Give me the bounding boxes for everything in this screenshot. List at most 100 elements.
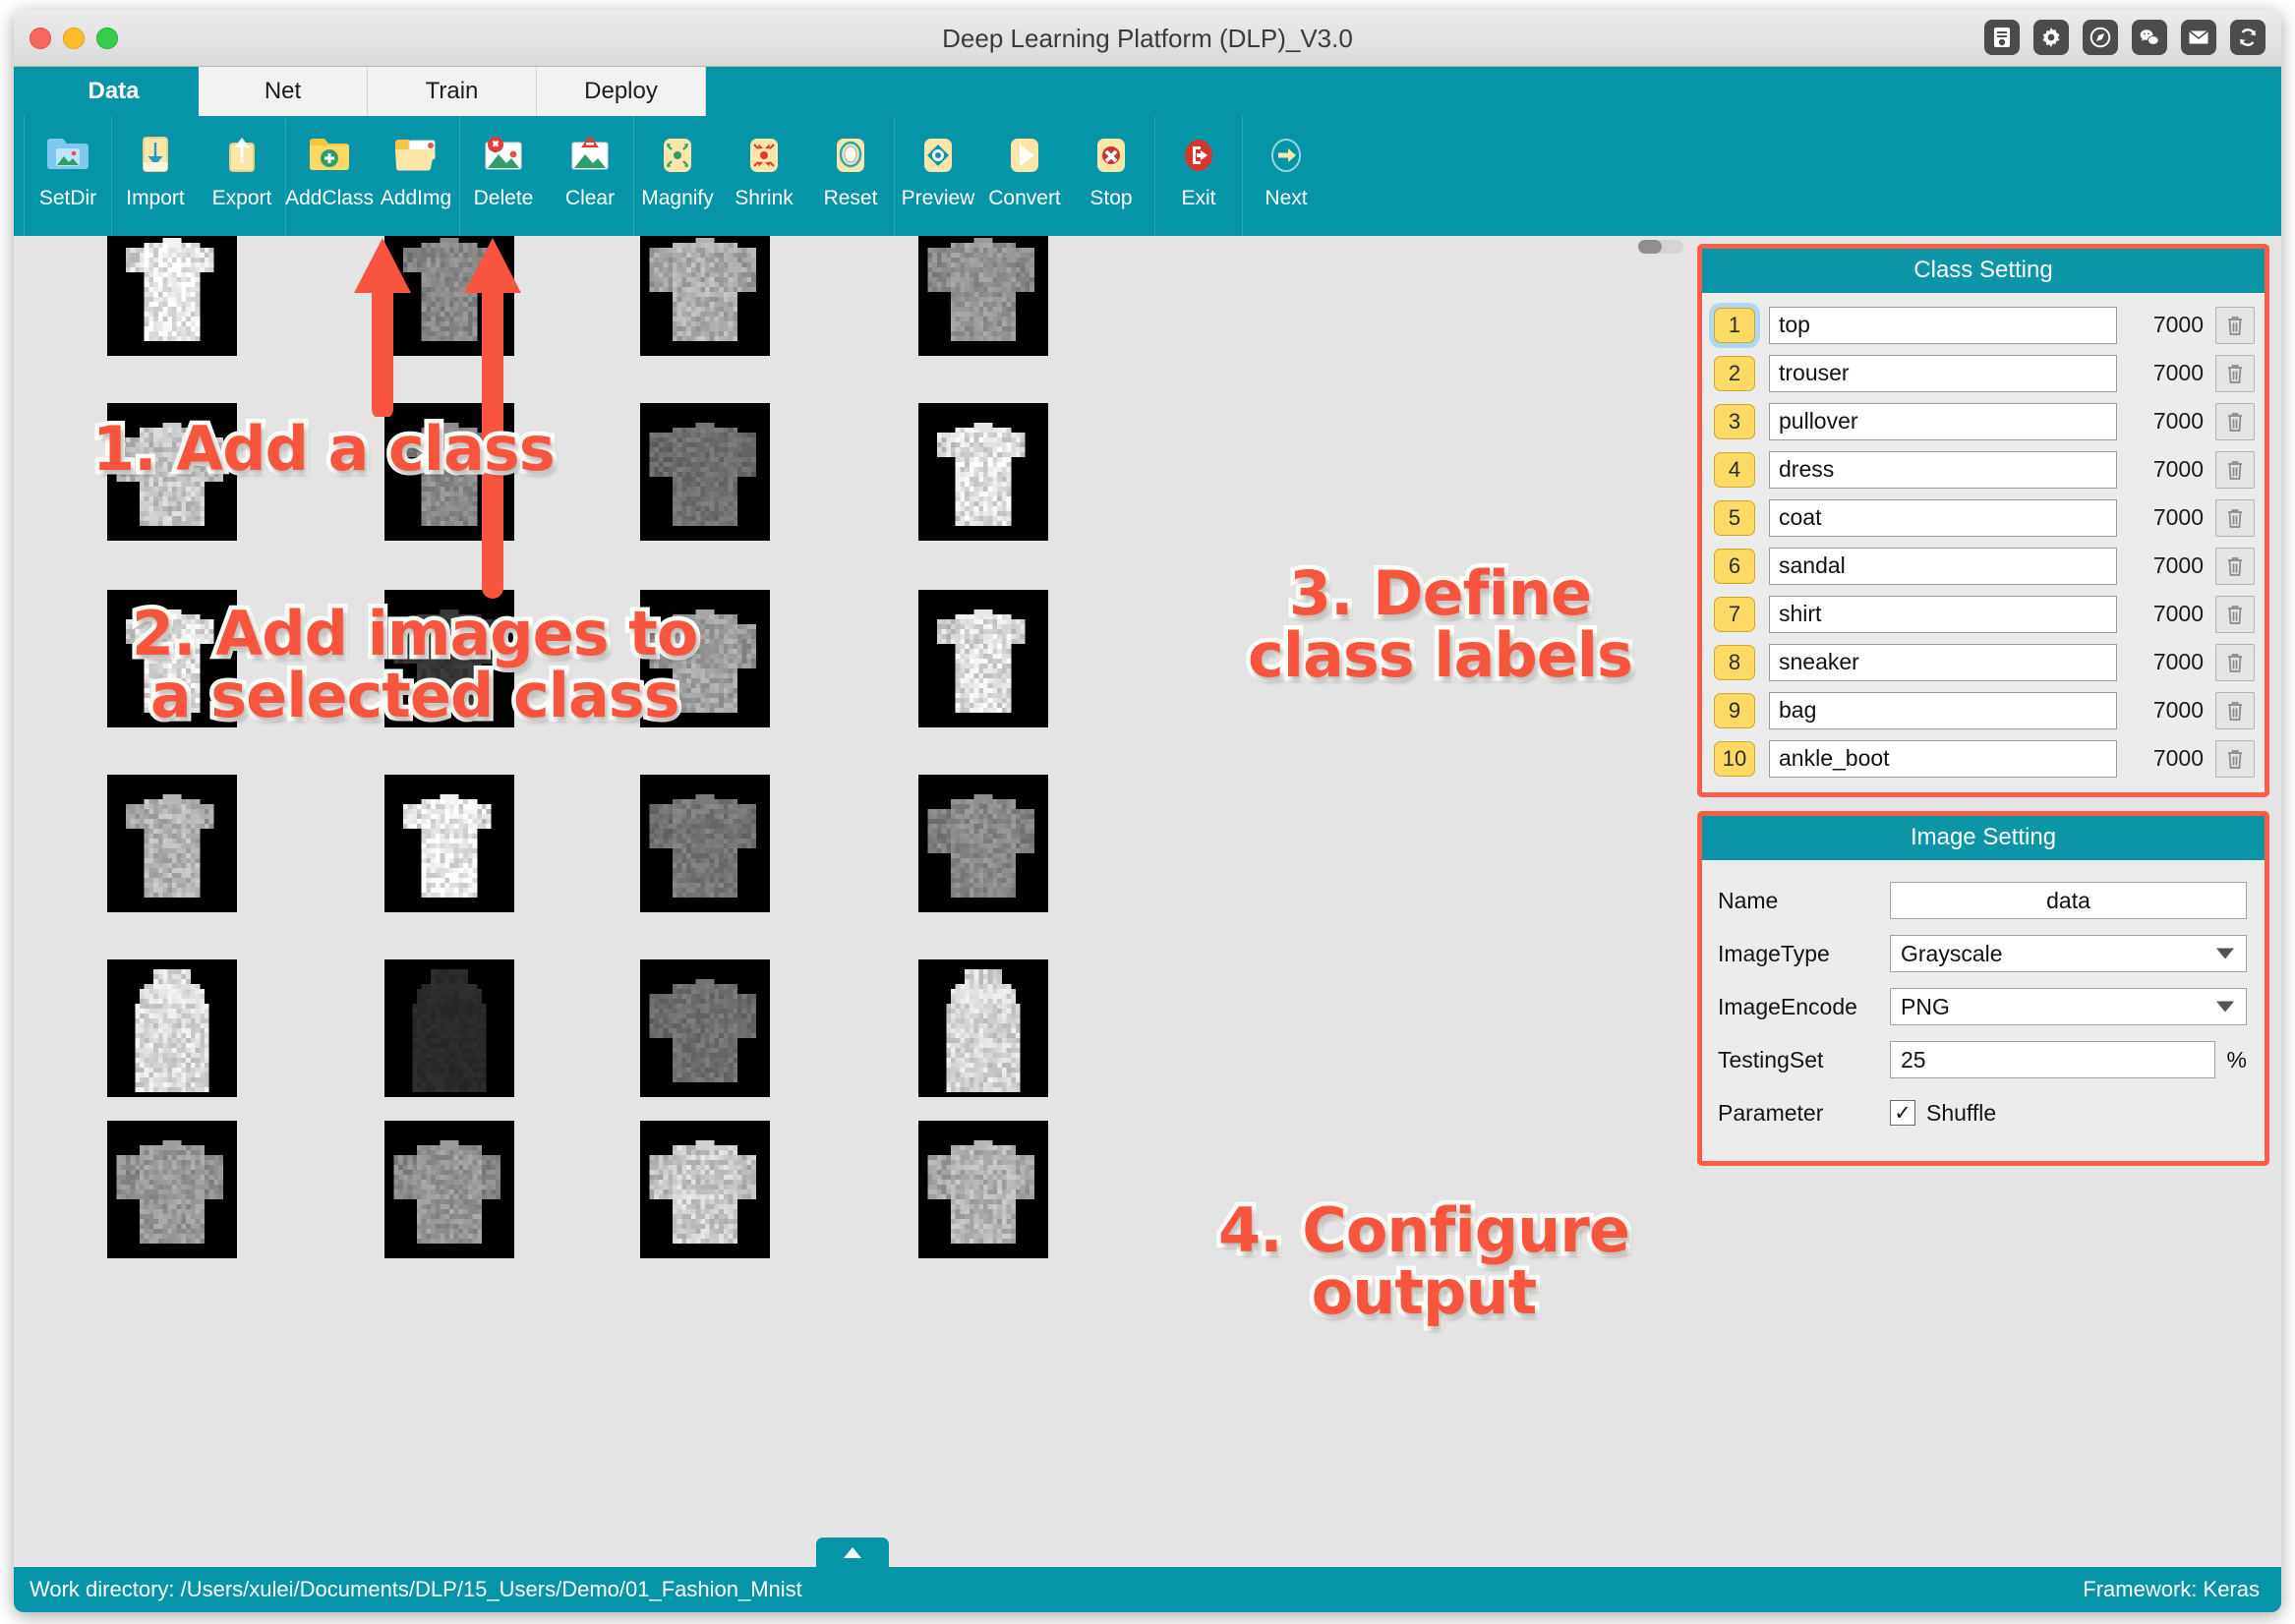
image-thumbnail[interactable]: [918, 236, 1048, 356]
class-index-badge[interactable]: 6: [1714, 549, 1755, 584]
setdir-button[interactable]: SetDir: [25, 116, 111, 236]
image-thumbnail[interactable]: [107, 775, 237, 912]
tab-deploy[interactable]: Deploy: [537, 67, 706, 116]
gear-icon[interactable]: [2033, 20, 2069, 55]
tab-net[interactable]: Net: [199, 67, 368, 116]
class-name-input[interactable]: [1769, 403, 2117, 440]
class-index-badge[interactable]: 7: [1714, 597, 1755, 632]
shuffle-label: Shuffle: [1926, 1100, 1996, 1127]
image-thumbnail[interactable]: [107, 590, 237, 727]
stop-x-icon: [1086, 128, 1137, 183]
scrollbar-track[interactable]: [1638, 240, 1683, 254]
class-count: 7000: [2127, 601, 2204, 627]
class-name-input[interactable]: [1769, 355, 2117, 392]
class-name-input[interactable]: [1769, 692, 2117, 729]
image-thumbnail[interactable]: [918, 775, 1048, 912]
next-button[interactable]: Next: [1243, 116, 1329, 236]
trash-icon[interactable]: [2215, 499, 2255, 537]
image-thumbnail[interactable]: [918, 403, 1048, 541]
trash-icon[interactable]: [2215, 692, 2255, 729]
image-thumbnail[interactable]: [384, 590, 514, 727]
stop-button[interactable]: Stop: [1068, 116, 1154, 236]
testing-set-input[interactable]: 25: [1890, 1041, 2215, 1078]
class-index-badge[interactable]: 4: [1714, 452, 1755, 488]
refresh-icon[interactable]: [2230, 20, 2266, 55]
class-name-input[interactable]: [1769, 307, 2117, 344]
image-type-value: Grayscale: [1901, 941, 2003, 967]
addclass-button[interactable]: AddClass: [286, 116, 373, 236]
reset-button[interactable]: Reset: [807, 116, 894, 236]
image-thumbnail[interactable]: [640, 236, 770, 356]
collapse-panel-button[interactable]: [816, 1537, 889, 1567]
image-thumbnail[interactable]: [384, 1121, 514, 1258]
trash-icon[interactable]: [2215, 355, 2255, 392]
class-row: 27000: [1714, 349, 2255, 397]
image-thumbnail[interactable]: [918, 590, 1048, 727]
image-thumbnail[interactable]: [384, 403, 514, 541]
image-thumbnail[interactable]: [640, 1121, 770, 1258]
clear-button[interactable]: Clear: [547, 116, 633, 236]
certificate-icon[interactable]: [1984, 20, 2020, 55]
trash-icon[interactable]: [2215, 596, 2255, 633]
tab-data[interactable]: Data: [29, 67, 199, 116]
delete-button[interactable]: Delete: [460, 116, 547, 236]
class-name-input[interactable]: [1769, 644, 2117, 681]
image-encode-select[interactable]: PNG: [1890, 988, 2247, 1025]
image-thumbnail-grid[interactable]: [14, 236, 1691, 1567]
import-button[interactable]: Import: [112, 116, 199, 236]
trash-icon[interactable]: [2215, 307, 2255, 344]
class-name-input[interactable]: [1769, 548, 2117, 585]
image-thumbnail[interactable]: [640, 959, 770, 1097]
mail-icon[interactable]: [2181, 20, 2216, 55]
class-name-input[interactable]: [1769, 740, 2117, 778]
image-type-select[interactable]: Grayscale: [1890, 935, 2247, 972]
magnify-button[interactable]: Magnify: [634, 116, 721, 236]
image-thumbnail[interactable]: [107, 959, 237, 1097]
class-index-badge[interactable]: 3: [1714, 404, 1755, 439]
toolbar-group-run: Preview Convert Stop: [895, 116, 1155, 236]
class-index-badge[interactable]: 10: [1714, 741, 1755, 777]
class-index-badge[interactable]: 5: [1714, 500, 1755, 536]
image-thumbnail[interactable]: [107, 236, 237, 356]
class-row: 17000: [1714, 301, 2255, 349]
convert-button[interactable]: Convert: [981, 116, 1068, 236]
export-button[interactable]: Export: [199, 116, 285, 236]
shuffle-checkbox-wrap[interactable]: ✓ Shuffle: [1890, 1100, 1996, 1127]
class-index-badge[interactable]: 9: [1714, 693, 1755, 728]
class-name-input[interactable]: [1769, 596, 2117, 633]
image-thumbnail[interactable]: [640, 403, 770, 541]
class-name-input[interactable]: [1769, 451, 2117, 489]
image-thumbnail[interactable]: [640, 775, 770, 912]
preview-button[interactable]: Preview: [895, 116, 981, 236]
image-thumbnail[interactable]: [107, 1121, 237, 1258]
tab-train[interactable]: Train: [368, 67, 537, 116]
image-thumbnail[interactable]: [918, 1121, 1048, 1258]
trash-icon[interactable]: [2215, 740, 2255, 778]
class-row: 107000: [1714, 734, 2255, 783]
name-field[interactable]: data: [1890, 882, 2247, 919]
class-index-badge[interactable]: 8: [1714, 645, 1755, 680]
exit-button[interactable]: Exit: [1155, 116, 1242, 236]
compass-icon[interactable]: [2083, 20, 2118, 55]
trash-icon[interactable]: [2215, 644, 2255, 681]
class-name-input[interactable]: [1769, 499, 2117, 537]
trash-icon[interactable]: [2215, 403, 2255, 440]
class-index-badge[interactable]: 2: [1714, 356, 1755, 391]
image-thumbnail[interactable]: [384, 775, 514, 912]
shrink-button[interactable]: Shrink: [721, 116, 807, 236]
wechat-icon[interactable]: [2132, 20, 2167, 55]
image-encode-label: ImageEncode: [1718, 994, 1890, 1020]
testing-set-row: TestingSet 25 %: [1718, 1033, 2247, 1086]
image-thumbnail[interactable]: [384, 236, 514, 356]
image-thumbnail[interactable]: [107, 403, 237, 541]
image-thumbnail[interactable]: [640, 590, 770, 727]
image-thumbnail[interactable]: [918, 959, 1048, 1097]
trash-icon[interactable]: [2215, 548, 2255, 585]
addimg-button[interactable]: AddImg: [373, 116, 459, 236]
percent-unit: %: [2227, 1047, 2247, 1073]
class-index-badge[interactable]: 1: [1714, 308, 1755, 343]
trash-icon[interactable]: [2215, 451, 2255, 489]
image-thumbnail[interactable]: [384, 959, 514, 1097]
scrollbar-thumb[interactable]: [1638, 240, 1662, 254]
shuffle-checkbox[interactable]: ✓: [1890, 1100, 1915, 1126]
